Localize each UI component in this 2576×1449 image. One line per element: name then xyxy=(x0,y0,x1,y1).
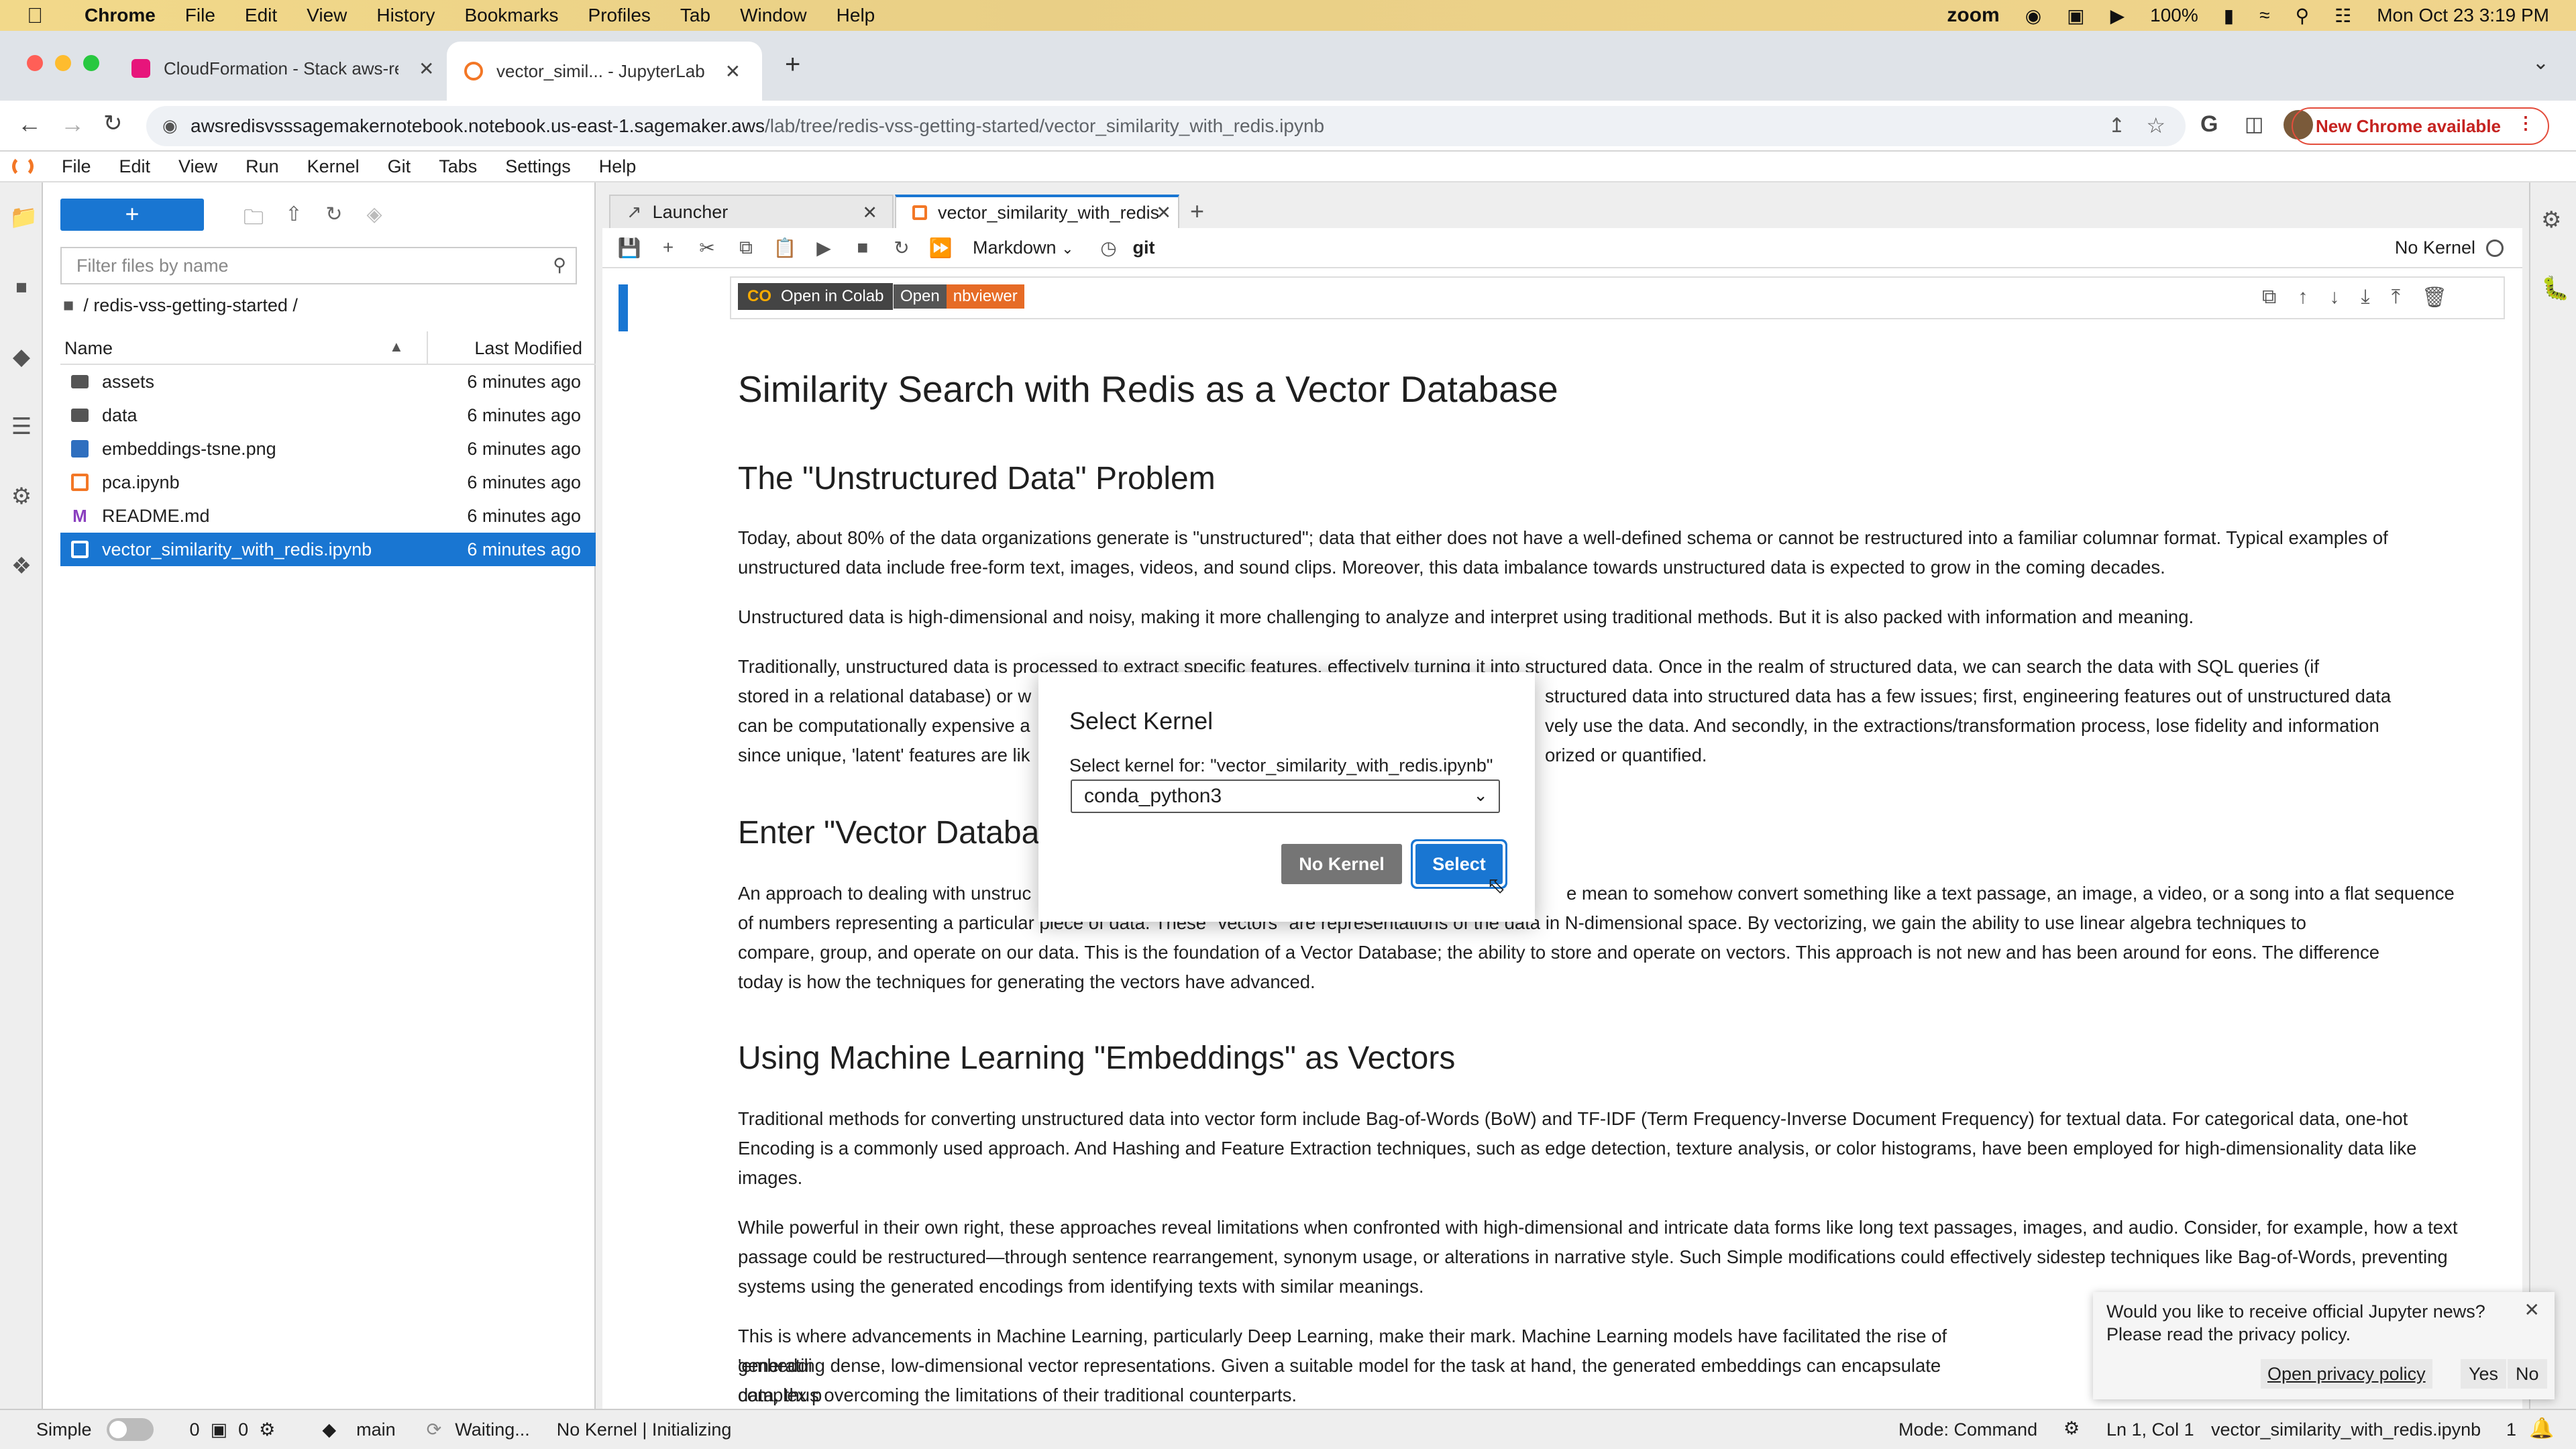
jupyter-menu-run[interactable]: Run xyxy=(246,156,279,177)
browser-tab-cloudformation[interactable]: CloudFormation - Stack aws-re ✕ xyxy=(131,46,440,91)
git-branch[interactable]: main xyxy=(356,1419,396,1440)
menu-profiles[interactable]: Profiles xyxy=(588,5,651,26)
menu-file[interactable]: File xyxy=(185,5,215,26)
new-chrome-available-button[interactable]: New Chrome available ⋮ xyxy=(2292,107,2549,145)
new-chrome-label: New Chrome available xyxy=(2316,115,2501,136)
browser-tab-jupyter[interactable]: vector_simil... - JupyterLab ✕ xyxy=(447,42,762,101)
window-zoom-button[interactable] xyxy=(83,55,99,71)
close-tab-icon[interactable]: ✕ xyxy=(725,60,741,83)
battery-percent[interactable]: 100% xyxy=(2150,5,2198,26)
menu-history[interactable]: History xyxy=(376,5,435,26)
news-yes-button[interactable]: Yes xyxy=(2461,1359,2507,1389)
close-tab-icon[interactable]: ✕ xyxy=(419,58,434,80)
cursor-position[interactable]: Ln 1, Col 1 xyxy=(2106,1419,2194,1440)
tab-search-icon[interactable]: ⌄ xyxy=(2532,51,2549,74)
dialog-title: Select Kernel xyxy=(1069,707,1214,735)
jupyter-news-toast: Would you like to receive official Jupyt… xyxy=(2093,1292,2555,1399)
url-host: awsredisvsssagemakernotebook.notebook.us… xyxy=(191,115,765,136)
trusted-icon: ⚙ xyxy=(2063,1418,2080,1438)
git-status: Waiting... xyxy=(455,1419,530,1440)
clock[interactable]: Mon Oct 23 3:19 PM xyxy=(2377,5,2549,26)
menu-bookmarks[interactable]: Bookmarks xyxy=(464,5,558,26)
camera-icon[interactable]: ▣ xyxy=(2067,5,2084,27)
terminal-icon: ▣ xyxy=(210,1419,228,1440)
menu-edit[interactable]: Edit xyxy=(245,5,277,26)
google-icon[interactable]: G xyxy=(2200,111,2218,138)
sync-icon: ⟳ xyxy=(426,1419,442,1440)
url-bar[interactable]: ◉ awsredisvsssagemakernotebook.notebook.… xyxy=(146,106,2186,146)
wifi-icon[interactable]: ≈ xyxy=(2259,5,2269,26)
status-bar: Simple 0 ▣ 0 ⚙ ◆ main ⟳ Waiting... No Ke… xyxy=(0,1409,2576,1449)
simple-mode-label: Simple xyxy=(36,1419,92,1440)
window-close-button[interactable] xyxy=(27,55,43,71)
address-row: ← → ↻ ◉ awsredisvsssagemakernotebook.not… xyxy=(0,101,2576,152)
jupyter-favicon-icon xyxy=(464,62,483,80)
jupyter-menu-help[interactable]: Help xyxy=(599,156,637,177)
toast-message-2: Please read the privacy policy. xyxy=(2106,1324,2351,1344)
dialog-overlay: Select Kernel Select kernel for: "vector… xyxy=(0,182,2576,1409)
news-no-button[interactable]: No xyxy=(2508,1359,2547,1389)
menu-app-name[interactable]: Chrome xyxy=(85,5,156,26)
jupyter-menu-edit[interactable]: Edit xyxy=(119,156,151,177)
menu-view[interactable]: View xyxy=(307,5,347,26)
apple-icon[interactable]:  xyxy=(27,3,54,28)
cloudformation-icon xyxy=(131,59,150,78)
jupyter-menubar: File Edit View Run Kernel Git Tabs Setti… xyxy=(0,152,2576,182)
share-icon[interactable]: ↥ xyxy=(2108,114,2125,138)
play-icon[interactable]: ▶ xyxy=(2110,5,2125,27)
status-icon[interactable]: ◉ xyxy=(2025,5,2041,27)
status-filename: vector_similarity_with_redis.ipynb xyxy=(2211,1419,2481,1440)
kernel-select-value: conda_python3 xyxy=(1084,785,1222,807)
bell-icon[interactable]: 🔔 xyxy=(2529,1417,2554,1440)
open-privacy-policy-button[interactable]: Open privacy policy xyxy=(2261,1359,2432,1389)
side-panel-icon[interactable]: ◫ xyxy=(2245,113,2263,136)
mouse-cursor-icon: ⬁ xyxy=(1487,873,1506,898)
battery-icon: ▮ xyxy=(2223,5,2235,26)
jupyter-menu-file[interactable]: File xyxy=(62,156,91,177)
jupyter-menu-kernel[interactable]: Kernel xyxy=(307,156,360,177)
kernel-select[interactable]: conda_python3 ⌄ xyxy=(1071,780,1500,813)
mode-indicator: Mode: Command xyxy=(1898,1419,2038,1440)
menu-tab[interactable]: Tab xyxy=(680,5,710,26)
zoom-status[interactable]: zoom xyxy=(1947,4,1999,27)
new-tab-icon[interactable]: + xyxy=(785,50,800,80)
url-path: /lab/tree/redis-vss-getting-started/vect… xyxy=(765,115,1325,136)
menu-window[interactable]: Window xyxy=(740,5,807,26)
toast-message-1: Would you like to receive official Jupyt… xyxy=(2106,1301,2485,1322)
kernel-count[interactable]: 0 xyxy=(238,1419,248,1440)
macos-menubar:  Chrome File Edit View History Bookmark… xyxy=(0,0,2576,31)
jupyter-menu-tabs[interactable]: Tabs xyxy=(439,156,477,177)
kernel-icon: ⚙ xyxy=(259,1419,276,1440)
bookmark-star-icon[interactable]: ☆ xyxy=(2146,113,2165,138)
browser-tab-label: CloudFormation - Stack aws-re xyxy=(164,58,398,78)
jupyter-logo-icon xyxy=(12,156,34,177)
select-kernel-dialog: Select Kernel Select kernel for: "vector… xyxy=(1038,672,1535,922)
no-kernel-button[interactable]: No Kernel xyxy=(1281,844,1402,884)
site-info-icon[interactable]: ◉ xyxy=(162,115,178,136)
chevron-down-icon: ⌄ xyxy=(1473,785,1488,805)
window-minimize-button[interactable] xyxy=(55,55,71,71)
git-branch-icon: ◆ xyxy=(322,1419,337,1440)
notification-count[interactable]: 1 xyxy=(2506,1419,2516,1440)
search-icon[interactable]: ⚲ xyxy=(2296,5,2310,27)
close-icon[interactable]: ✕ xyxy=(2524,1299,2540,1321)
browser-tab-label: vector_simil... - JupyterLab xyxy=(496,60,705,81)
reload-icon[interactable]: ↻ xyxy=(103,110,123,137)
menu-help[interactable]: Help xyxy=(837,5,875,26)
browser-tab-strip: CloudFormation - Stack aws-re ✕ vector_s… xyxy=(0,31,2576,101)
dialog-label: Select kernel for: "vector_similarity_wi… xyxy=(1069,755,1493,775)
kernel-status[interactable]: No Kernel | Initializing xyxy=(557,1419,732,1440)
simple-mode-toggle[interactable] xyxy=(106,1418,154,1441)
terminal-count[interactable]: 0 xyxy=(190,1419,200,1440)
more-menu-icon[interactable]: ⋮ xyxy=(2517,113,2534,133)
jupyter-menu-git[interactable]: Git xyxy=(388,156,411,177)
jupyter-menu-settings[interactable]: Settings xyxy=(505,156,571,177)
control-center-icon[interactable]: ☷ xyxy=(2334,5,2351,27)
back-icon[interactable]: ← xyxy=(17,110,42,138)
jupyter-menu-view[interactable]: View xyxy=(178,156,217,177)
forward-icon[interactable]: → xyxy=(60,110,85,138)
